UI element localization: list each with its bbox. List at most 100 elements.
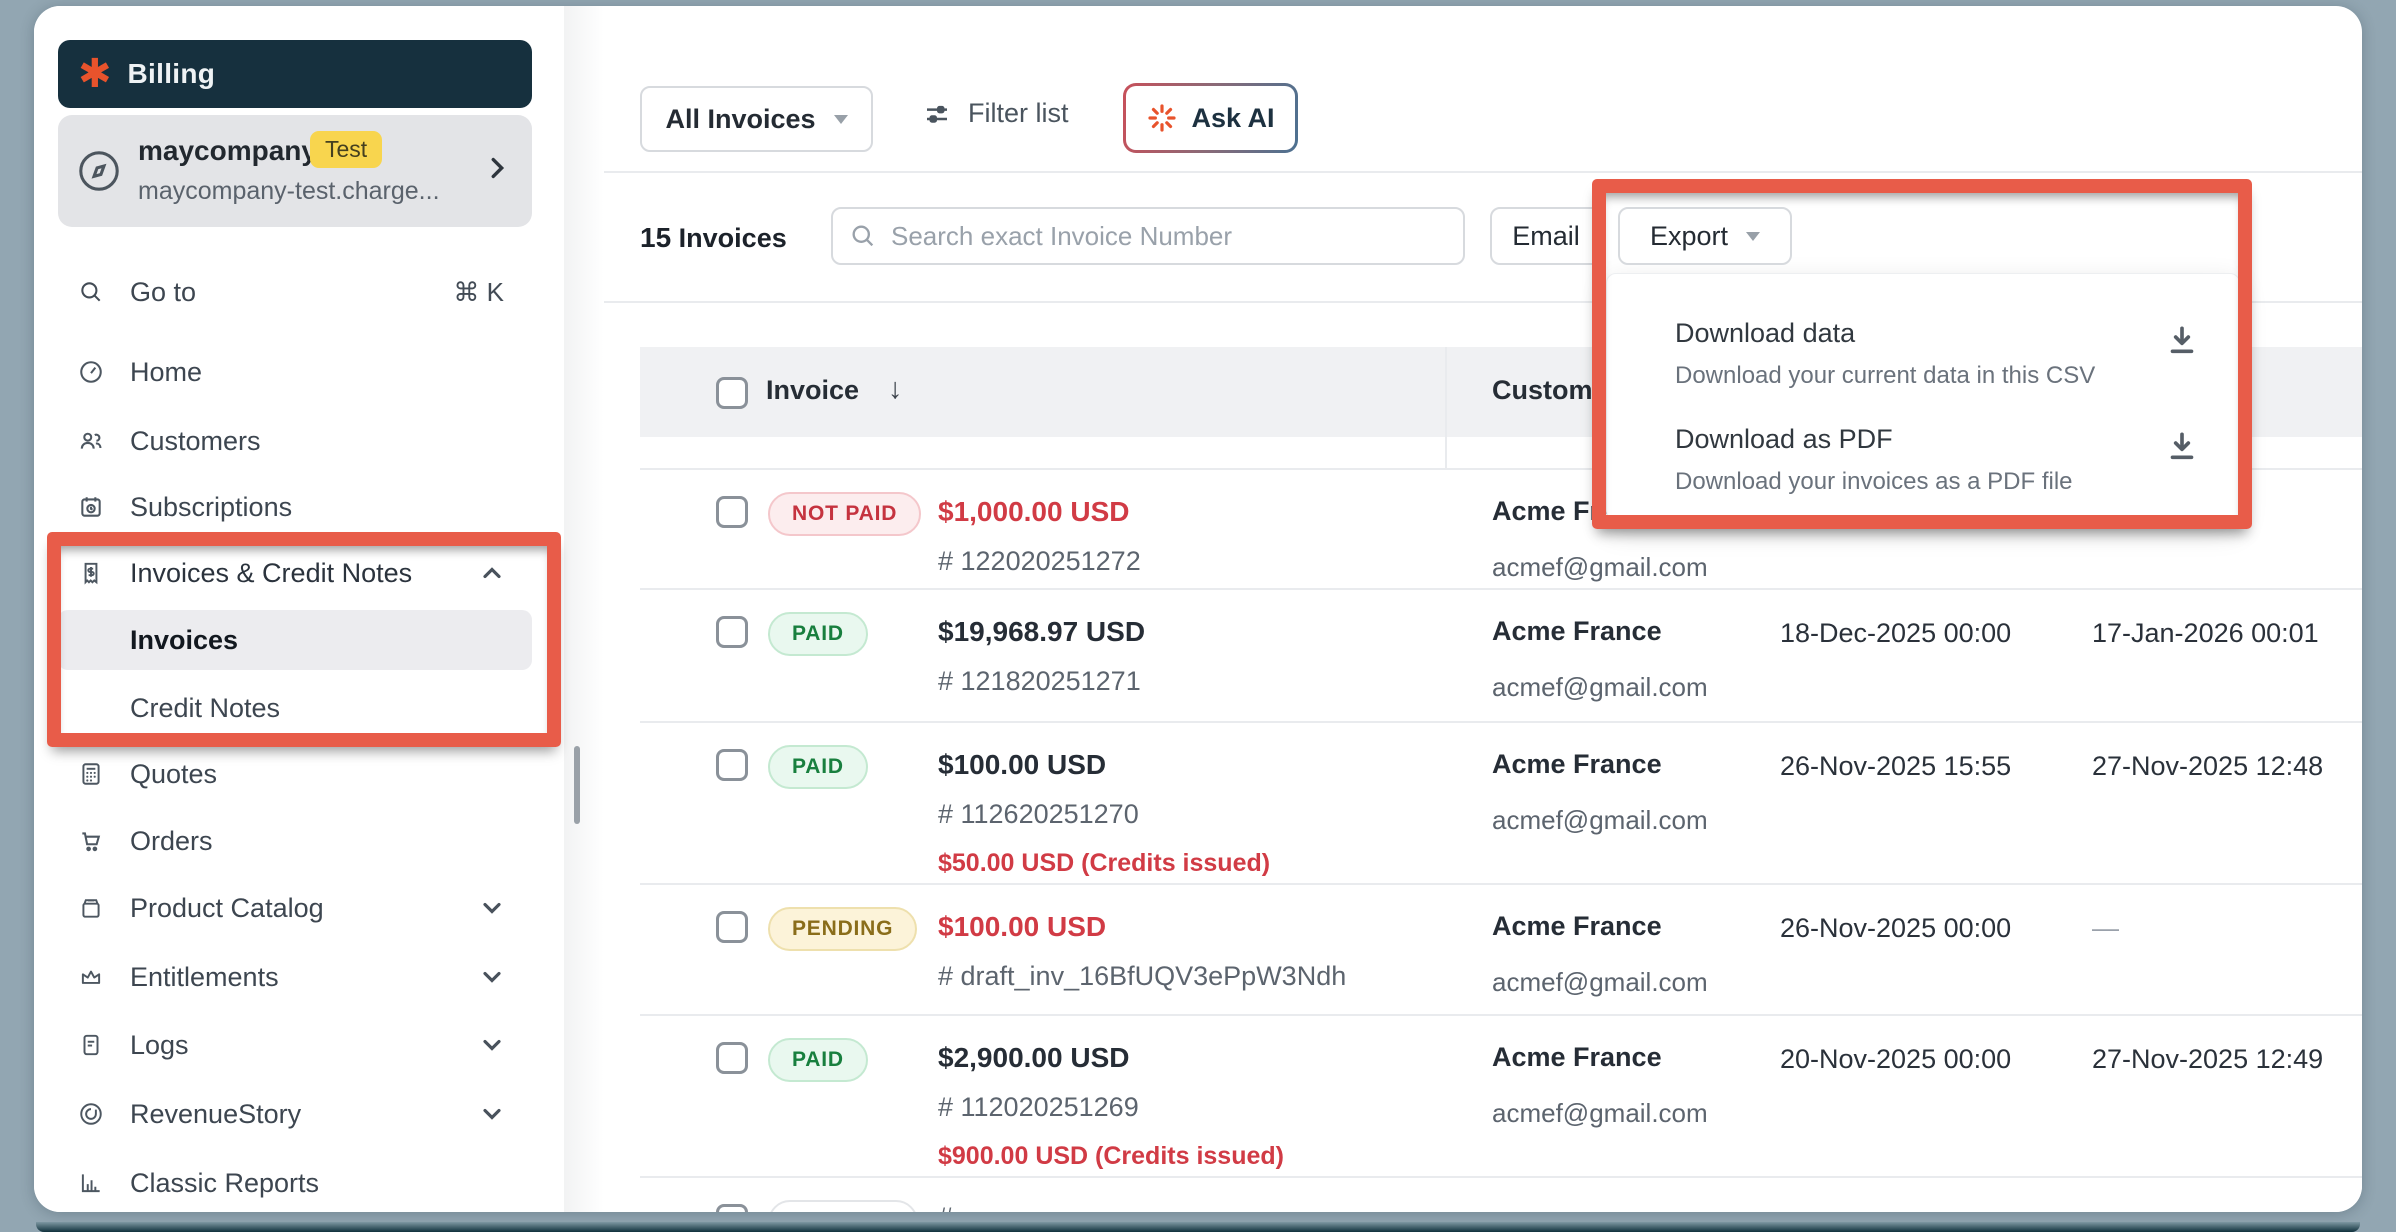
sidebar-item-invoices-credit-notes[interactable]: Invoices & Credit Notes [58,540,532,606]
app-title: Billing [128,58,216,90]
invoice-number: # 122020251272 [938,546,1141,577]
sidebar-item-logs[interactable]: Logs [58,1012,532,1078]
row-checkbox[interactable] [716,749,748,781]
chevron-up-icon[interactable] [478,559,506,587]
invoice-amount: $1,000.00 USD [938,496,1129,528]
invoice-amount: $100.00 USD [938,749,1106,781]
invoice-number: # 112620251270 [938,799,1139,830]
sidebar-item-label: Product Catalog [130,893,324,924]
table-row[interactable]: # [640,1178,2362,1212]
chevron-down-icon[interactable] [478,963,506,991]
desktop-background: ✱ Billing maycompany Test maycompany-tes… [0,0,2396,1232]
customer-email: acmef@gmail.com [1492,1098,1708,1129]
classic-reports-icon [78,1170,104,1196]
due-date: 27-Nov-2025 12:49 [2092,1044,2323,1075]
invoice-number: # 112020251269 [938,1092,1139,1123]
table-row[interactable]: PENDING $100.00 USD # draft_inv_16BfUQV3… [640,885,2362,1016]
export-button[interactable]: Export [1618,207,1792,265]
ask-ai-label: Ask AI [1191,103,1274,134]
sidebar-item-entitlements[interactable]: Entitlements [58,944,532,1010]
window-bottom-edge [36,1222,2360,1232]
sidebar-item-invoices[interactable]: Invoices [58,610,532,670]
invoice-count: 15 Invoices [640,222,787,254]
sidebar-item-credit-notes[interactable]: Credit Notes [58,675,532,741]
menu-item-title: Download data [1675,318,1855,349]
sidebar-item-label: Subscriptions [130,492,292,523]
table-row[interactable]: PAID $100.00 USD # 112620251270 $50.00 U… [640,723,2362,885]
sidebar-item-home[interactable]: Home [58,339,532,405]
sidebar-item-orders[interactable]: Orders [58,808,532,874]
invoice-number: # draft_inv_16BfUQV3ePpW3Ndh [938,961,1346,992]
export-button-label: Export [1650,221,1728,252]
chevron-down-icon[interactable] [478,1100,506,1128]
status-badge: PAID [768,745,868,789]
entitlements-crown-icon [78,964,104,990]
caret-down-icon [1746,232,1760,241]
menu-item-title: Download as PDF [1675,424,1893,455]
credits-issued-note: $50.00 USD (Credits issued) [938,849,1270,878]
invoice-search[interactable] [831,207,1465,265]
site-selector[interactable]: maycompany Test maycompany-test.charge..… [58,115,532,227]
invoice-amount: $100.00 USD [938,911,1106,943]
table-row[interactable]: PAID $19,968.97 USD # 121820251271 Acme … [640,590,2362,723]
download-icon [2163,428,2201,466]
table-row[interactable]: PAID $2,900.00 USD # 112020251269 $900.0… [640,1016,2362,1178]
menu-item-download-pdf[interactable]: Download as PDF Download your invoices a… [1607,408,2239,518]
ask-ai-button[interactable]: Ask AI [1123,83,1298,153]
credits-issued-note: $900.00 USD (Credits issued) [938,1142,1284,1171]
orders-cart-icon [78,828,104,854]
view-scope-label: All Invoices [665,104,815,135]
due-date: — [2092,913,2119,944]
status-badge [768,1200,918,1212]
status-badge: PAID [768,1038,868,1082]
customer-email: acmef@gmail.com [1492,805,1708,836]
sidebar-item-product-catalog[interactable]: Product Catalog [58,875,532,941]
compass-icon [76,148,122,194]
toolbar-divider [604,171,2362,173]
filter-list-label: Filter list [968,98,1069,129]
invoice-amount: $2,900.00 USD [938,1042,1129,1074]
product-catalog-icon [78,895,104,921]
sidebar-item-label: RevenueStory [130,1099,301,1130]
row-checkbox[interactable] [716,496,748,528]
sidebar-item-label: Logs [130,1030,189,1061]
quotes-icon [78,761,104,787]
menu-item-download-data[interactable]: Download data Download your current data… [1607,302,2239,412]
search-icon [849,222,877,250]
filter-list-button[interactable]: Filter list [922,98,1069,129]
download-icon [2163,322,2201,360]
sort-desc-icon[interactable]: ↓ [888,373,903,406]
email-button[interactable]: Email [1490,207,1602,265]
sidebar-item-subscriptions[interactable]: Subscriptions [58,474,532,540]
customers-icon [78,428,104,454]
row-checkbox[interactable] [716,1042,748,1074]
caret-down-icon [834,115,848,124]
status-badge: PAID [768,612,868,656]
row-checkbox[interactable] [716,1204,748,1212]
sidebar-item-revenuestory[interactable]: RevenueStory [58,1081,532,1147]
app-switcher[interactable]: ✱ Billing [58,40,532,108]
chevron-down-icon[interactable] [478,1031,506,1059]
row-checkbox[interactable] [716,911,748,943]
customer-name: Acme France [1492,911,1662,942]
customer-email: acmef@gmail.com [1492,552,1708,583]
sidebar-item-customers[interactable]: Customers [58,408,532,474]
column-header-invoice[interactable]: Invoice [766,375,859,406]
app-window: ✱ Billing maycompany Test maycompany-tes… [34,6,2362,1212]
select-all-checkbox[interactable] [716,377,748,409]
search-input[interactable] [891,221,1447,252]
invoice-date: 26-Nov-2025 15:55 [1780,751,2011,782]
goto-search[interactable]: Go to ⌘ K [58,259,532,325]
sidebar-scrollbar[interactable] [574,746,580,824]
chevron-down-icon[interactable] [478,894,506,922]
view-scope-dropdown[interactable]: All Invoices [640,86,873,152]
customer-name: Acme France [1492,749,1662,780]
invoice-date: 26-Nov-2025 00:00 [1780,913,2011,944]
sidebar-item-classic-reports[interactable]: Classic Reports [58,1150,532,1212]
sidebar-item-quotes[interactable]: Quotes [58,741,532,807]
row-checkbox[interactable] [716,616,748,648]
column-header-customer[interactable]: Customer [1492,375,1618,406]
invoice-date: 18-Dec-2025 00:00 [1780,618,2011,649]
sidebar-item-label: Invoices & Credit Notes [130,558,412,589]
search-icon [78,279,104,305]
